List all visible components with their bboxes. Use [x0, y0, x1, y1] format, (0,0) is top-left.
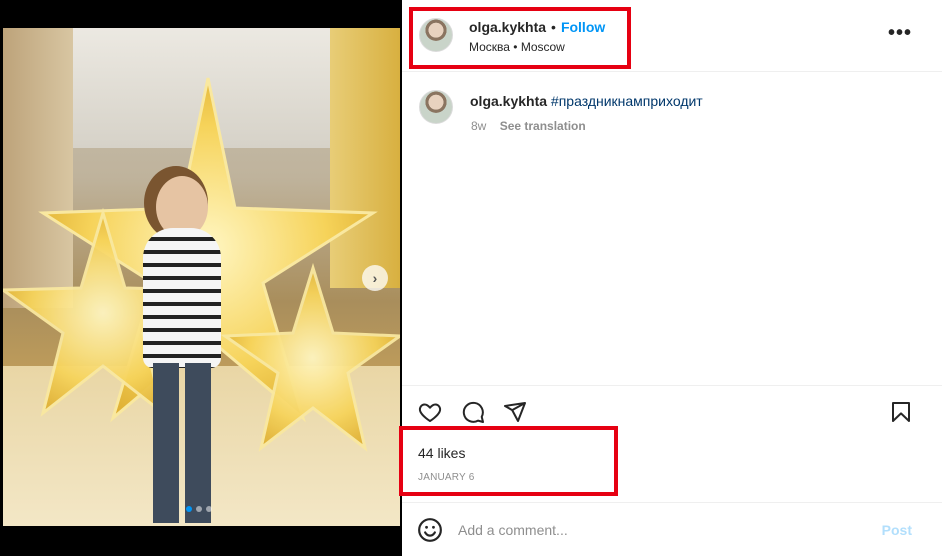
- more-horizontal-icon[interactable]: •••: [888, 22, 912, 45]
- carousel-dot: [196, 506, 202, 512]
- emoji-icon[interactable]: [417, 517, 443, 543]
- caption-section: olga.kykhta #праздникнамприходит 8w See …: [402, 72, 942, 386]
- post-header: olga.kykhta • Follow Москва • Moscow •••: [402, 0, 942, 72]
- see-translation-link[interactable]: See translation: [500, 119, 586, 133]
- post-username[interactable]: olga.kykhta: [469, 19, 546, 35]
- post-photo[interactable]: [3, 28, 400, 526]
- chevron-right-icon[interactable]: ›: [362, 265, 388, 291]
- follow-button[interactable]: Follow: [561, 19, 605, 35]
- share-icon[interactable]: [502, 399, 528, 425]
- post-comment-button[interactable]: Post: [882, 522, 912, 538]
- action-bar: [402, 396, 942, 428]
- bookmark-icon[interactable]: [888, 399, 914, 425]
- comment-bar: Post: [402, 502, 942, 556]
- post-media: ›: [0, 0, 402, 556]
- avatar[interactable]: [419, 18, 453, 52]
- caption-username[interactable]: olga.kykhta: [470, 93, 547, 109]
- caption-avatar[interactable]: [419, 90, 453, 124]
- stats-highlight-box: [399, 426, 618, 496]
- post-details-panel: olga.kykhta • Follow Москва • Moscow ••• o…: [399, 0, 942, 556]
- caption-text: olga.kykhta #праздникнамприходит: [470, 93, 703, 109]
- carousel-dot: [186, 506, 192, 512]
- post-location[interactable]: Москва • Moscow: [469, 40, 565, 54]
- caption-age: 8w: [471, 119, 487, 133]
- post-date[interactable]: JANUARY 6: [418, 472, 474, 483]
- carousel-dot: [206, 506, 212, 512]
- comment-icon[interactable]: [460, 399, 486, 425]
- carousel-dots: [186, 506, 212, 512]
- caption-meta: 8w See translation: [471, 119, 586, 133]
- separator-dot: •: [551, 19, 556, 35]
- likes-count[interactable]: 44 likes: [418, 445, 465, 461]
- caption-hashtag[interactable]: #праздникнамприходит: [551, 93, 703, 109]
- comment-input[interactable]: [458, 520, 858, 540]
- heart-icon[interactable]: [417, 399, 443, 425]
